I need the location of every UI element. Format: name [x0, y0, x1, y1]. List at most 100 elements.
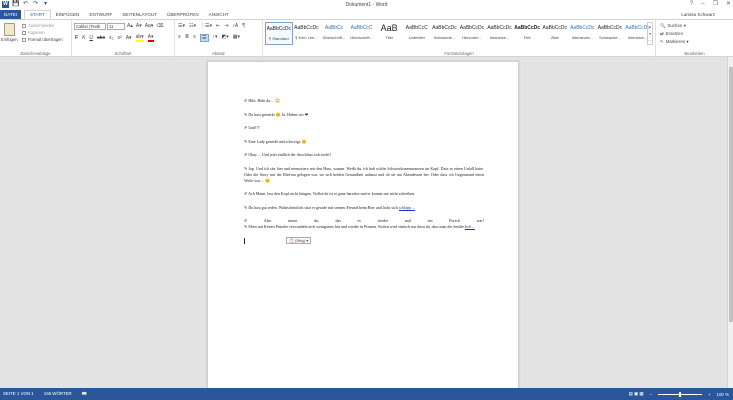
grow-font-button[interactable]: A▴	[127, 23, 133, 29]
style-item[interactable]: AaBbCcDc Schwache...	[596, 22, 624, 45]
superscript-button[interactable]: x²	[118, 35, 122, 41]
cut-button[interactable]: Ausschneiden	[22, 22, 63, 29]
styles-scroll[interactable]: ▴ ▾ ⋯	[647, 22, 653, 45]
justify-button[interactable]: ☰	[200, 34, 209, 42]
decrease-indent-button[interactable]: ⇤	[216, 23, 220, 29]
replace-button[interactable]: ⇄ Ersetzen	[660, 30, 689, 38]
highlight-button[interactable]: ab▾	[135, 34, 144, 42]
font-size-select[interactable]: 11	[107, 23, 125, 30]
format-painter-button[interactable]: Format übertragen	[22, 36, 63, 43]
zoom-slider[interactable]	[657, 391, 702, 397]
align-left-button[interactable]: ≡	[178, 34, 181, 42]
style-item[interactable]: AaBbCcDc Intensive...	[486, 22, 514, 45]
help-icon[interactable]: ?	[690, 0, 693, 9]
copy-button[interactable]: Kopieren	[22, 29, 63, 36]
paragraph[interactable]: ✐ Okay ... Und jetzt endlich der Anschlu…	[244, 152, 484, 158]
tab-insert[interactable]: EINFÜGEN	[51, 10, 85, 19]
underline-button[interactable]: U	[89, 35, 93, 41]
bold-button[interactable]: F	[75, 35, 78, 41]
line-spacing-button[interactable]: ↕▾	[213, 34, 218, 42]
spellcheck-word[interactable]: schlapp ...	[399, 205, 415, 210]
style-item[interactable]: AaB Titel	[375, 22, 403, 45]
tab-start[interactable]: START	[24, 10, 51, 19]
spellcheck-word[interactable]: holt ...	[465, 224, 475, 229]
paste-options-button[interactable]: 📋 (Strg) ▾	[286, 237, 312, 244]
tab-review[interactable]: ÜBERPRÜFEN	[162, 10, 204, 19]
style-item[interactable]: AaBbCcC Untertitel	[403, 22, 431, 45]
zoom-level[interactable]: 100 %	[717, 392, 729, 397]
page-count[interactable]: SEITE 1 VON 1	[3, 391, 34, 397]
scrollbar-thumb[interactable]	[729, 67, 733, 322]
show-marks-button[interactable]: ¶	[242, 23, 245, 29]
styles-up-icon[interactable]: ▴	[648, 23, 652, 30]
paragraph[interactable]: ✎ Jap. Und ich sitz hier und memoriere m…	[244, 166, 484, 184]
tab-file[interactable]: DATEI	[0, 10, 21, 19]
style-item[interactable]: AaBbCcDc ¶ Standard	[265, 22, 293, 45]
close-icon[interactable]: ✕	[726, 0, 731, 9]
font-name-select[interactable]: Calibri (Textk	[74, 23, 106, 30]
document-body[interactable]: ✐ Hihi. Habt du ... 🙄 ✎ Du hast gemerkt …	[244, 98, 484, 244]
multilevel-list-button[interactable]: ⋮☰▾	[200, 23, 212, 29]
style-name: Fett	[523, 35, 531, 40]
paragraph[interactable]: ✐ Und!!?	[244, 125, 484, 131]
style-item[interactable]: AaBbCcDc Schwache...	[431, 22, 459, 45]
minimize-icon[interactable]: –	[701, 0, 704, 9]
paragraph[interactable]: ✎ Du hast gemerkt 😊 Ja. Haben wir ❤	[244, 112, 484, 118]
clear-format-icon[interactable]: ⌫	[156, 23, 163, 29]
paste-button[interactable]: Einfügen	[1, 37, 18, 42]
style-item[interactable]: AaBbCcC Überschrift...	[348, 22, 376, 45]
style-name: Schwache...	[433, 35, 456, 40]
paragraph[interactable]: ✐ Ach Mann, lass den Kopf nicht hängen. …	[244, 191, 484, 197]
text-cursor	[244, 237, 245, 244]
subscript-button[interactable]: x₂	[109, 35, 113, 41]
style-item[interactable]: AaBbCc Überschrift...	[320, 22, 348, 45]
borders-button[interactable]: ▦▾	[233, 34, 240, 42]
tab-view[interactable]: ANSICHT	[204, 10, 234, 19]
paragraph[interactable]: ✎ Eine Lady genießt und schweigt. 🙂	[244, 139, 484, 145]
style-item[interactable]: AaBbCcDc Hervorhe...	[458, 22, 486, 45]
word-count[interactable]: 165 WÖRTER	[44, 391, 72, 397]
view-buttons[interactable]: ▤ ▣ ▦	[629, 391, 644, 397]
style-item[interactable]: AaBbCcDc Intensives...	[569, 22, 597, 45]
font-color-button[interactable]: A▾	[147, 34, 154, 42]
paragraph[interactable]: ✎ Du hast gut reden. Wahrscheinlich sitz…	[244, 205, 484, 211]
text-effects-button[interactable]: A▾	[126, 35, 132, 41]
style-preview: AaBbCcC	[405, 25, 428, 31]
find-button[interactable]: 🔍 Suchen ▾	[660, 22, 689, 30]
scissors-icon	[22, 23, 26, 28]
select-button[interactable]: ↖ Markieren ▾	[660, 38, 689, 46]
shading-button[interactable]: ◩▾	[222, 34, 229, 42]
zoom-out-button[interactable]: –	[650, 392, 652, 397]
shrink-font-button[interactable]: A▾	[136, 23, 142, 29]
change-case-button[interactable]: Aa▾	[145, 23, 154, 29]
styles-down-icon[interactable]: ▾	[648, 30, 652, 37]
strikethrough-button[interactable]: abc	[97, 35, 105, 41]
style-item[interactable]: AaBbCcDc ¶ Kein Lee...	[293, 22, 321, 45]
paste-icon[interactable]	[4, 23, 15, 36]
align-right-button[interactable]: ≡	[193, 34, 196, 42]
document-page[interactable]: ✐ Hihi. Habt du ... 🙄 ✎ Du hast gemerkt …	[207, 61, 519, 388]
sort-button[interactable]: ↕A	[232, 23, 238, 29]
italic-button[interactable]: K	[82, 35, 85, 41]
paragraph[interactable]: ✐ Hihi. Habt du ... 🙄	[244, 98, 484, 104]
align-center-button[interactable]: ≣	[185, 34, 189, 42]
style-item[interactable]: AaBbCcDc Fett	[513, 22, 541, 45]
tab-design[interactable]: ENTWURF	[84, 10, 117, 19]
tab-page-layout[interactable]: SEITENLAYOUT	[117, 10, 162, 19]
vertical-scrollbar[interactable]	[727, 57, 733, 388]
zoom-knob[interactable]	[678, 391, 681, 397]
bullets-button[interactable]: ☰▾	[178, 23, 185, 29]
styles-more-icon[interactable]: ⋯	[648, 37, 652, 44]
user-name[interactable]: Larissa Schwarz	[681, 12, 715, 17]
font-label: Schriftart	[114, 51, 132, 56]
increase-indent-button[interactable]: ⇥	[224, 23, 228, 29]
style-item[interactable]: AaBbCcDc Zitat	[541, 22, 569, 45]
zoom-in-button[interactable]: +	[708, 392, 711, 397]
restore-icon[interactable]: ❐	[713, 0, 718, 9]
paragraph[interactable]: ✎ Eben mit Ketten Patzehe verwandeln sic…	[244, 224, 484, 230]
style-name: Überschrift...	[322, 35, 346, 40]
numbering-button[interactable]: ☷▾	[189, 23, 196, 29]
ribbon: Einfügen Ausschneiden Kopieren Format üb…	[0, 19, 733, 57]
cut-label: Ausschneiden	[28, 23, 55, 28]
proofing-icon[interactable]: 📖	[82, 391, 87, 397]
